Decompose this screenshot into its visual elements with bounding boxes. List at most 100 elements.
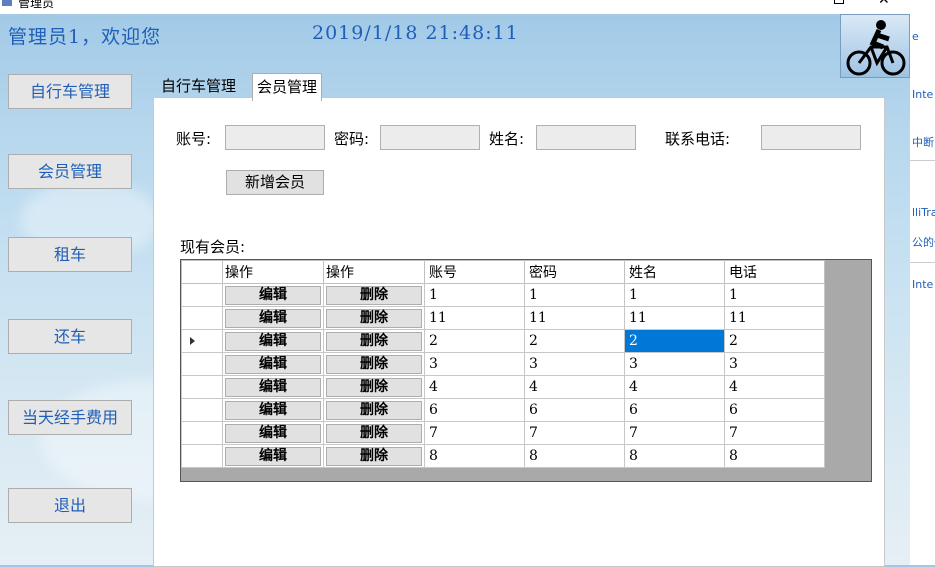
delete-button[interactable]: 删除 bbox=[326, 331, 422, 351]
sidebar-item-return-bike[interactable]: 还车 bbox=[8, 319, 132, 354]
edit-button[interactable]: 编辑 bbox=[225, 423, 321, 443]
cell-password[interactable]: 2 bbox=[524, 329, 625, 353]
cell-name[interactable]: 2 bbox=[624, 329, 725, 353]
edit-button[interactable]: 编辑 bbox=[225, 400, 321, 420]
cell-password[interactable]: 1 bbox=[524, 283, 625, 307]
edit-button[interactable]: 编辑 bbox=[225, 331, 321, 351]
cell-phone[interactable]: 1 bbox=[724, 283, 825, 307]
members-caption: 现有会员: bbox=[180, 238, 246, 256]
cell-password[interactable]: 4 bbox=[524, 375, 625, 399]
row-header[interactable] bbox=[181, 352, 223, 376]
cell-password[interactable]: 8 bbox=[524, 444, 625, 468]
edit-button[interactable]: 编辑 bbox=[225, 446, 321, 466]
row-header[interactable] bbox=[181, 398, 223, 422]
name-label: 姓名: bbox=[489, 130, 525, 148]
cell-phone[interactable]: 6 bbox=[724, 398, 825, 422]
delete-button[interactable]: 删除 bbox=[326, 354, 422, 374]
column-header-name[interactable]: 姓名 bbox=[624, 260, 725, 284]
row-header[interactable] bbox=[181, 306, 223, 330]
cell-password[interactable]: 6 bbox=[524, 398, 625, 422]
column-header-phone[interactable]: 电话 bbox=[724, 260, 825, 284]
cell-name[interactable]: 6 bbox=[624, 398, 725, 422]
cell-password[interactable]: 3 bbox=[524, 352, 625, 376]
cell-name[interactable]: 1 bbox=[624, 283, 725, 307]
cell-password[interactable]: 11 bbox=[524, 306, 625, 330]
close-icon[interactable]: ✕ bbox=[878, 0, 890, 8]
cell-account[interactable]: 7 bbox=[424, 421, 525, 445]
row-header[interactable] bbox=[181, 329, 223, 353]
delete-button[interactable]: 删除 bbox=[326, 308, 422, 328]
edit-button[interactable]: 编辑 bbox=[225, 285, 321, 305]
current-row-arrow-icon bbox=[190, 337, 195, 345]
cell-name[interactable]: 11 bbox=[624, 306, 725, 330]
delete-cell: 删除 bbox=[323, 329, 425, 353]
delete-button[interactable]: 删除 bbox=[326, 446, 422, 466]
edit-button[interactable]: 编辑 bbox=[225, 377, 321, 397]
delete-button[interactable]: 删除 bbox=[326, 285, 422, 305]
password-field[interactable] bbox=[380, 125, 480, 150]
table-row[interactable]: 编辑 删除 3 3 3 3 bbox=[181, 352, 825, 376]
row-header[interactable] bbox=[181, 421, 223, 445]
cell-account[interactable]: 11 bbox=[424, 306, 525, 330]
add-member-button[interactable]: 新增会员 bbox=[226, 170, 324, 195]
tab-bike-management[interactable]: 自行车管理 bbox=[157, 73, 240, 99]
column-header-account[interactable]: 账号 bbox=[424, 260, 525, 284]
table-row[interactable]: 编辑 删除 4 4 4 4 bbox=[181, 375, 825, 399]
cell-name[interactable]: 8 bbox=[624, 444, 725, 468]
table-row[interactable]: 编辑 删除 1 1 1 1 bbox=[181, 283, 825, 307]
cell-phone[interactable]: 7 bbox=[724, 421, 825, 445]
column-header-delete-action[interactable]: 操作 bbox=[323, 260, 425, 284]
edit-button[interactable]: 编辑 bbox=[225, 354, 321, 374]
column-header-password[interactable]: 密码 bbox=[524, 260, 625, 284]
cell-phone[interactable]: 4 bbox=[724, 375, 825, 399]
delete-button[interactable]: 删除 bbox=[326, 423, 422, 443]
cell-phone[interactable]: 11 bbox=[724, 306, 825, 330]
cell-account[interactable]: 6 bbox=[424, 398, 525, 422]
cell-account[interactable]: 1 bbox=[424, 283, 525, 307]
cell-account[interactable]: 2 bbox=[424, 329, 525, 353]
table-row[interactable]: 编辑 删除 6 6 6 6 bbox=[181, 398, 825, 422]
maximize-icon[interactable] bbox=[834, 0, 844, 4]
cell-account[interactable]: 8 bbox=[424, 444, 525, 468]
cell-phone[interactable]: 8 bbox=[724, 444, 825, 468]
delete-button[interactable]: 删除 bbox=[326, 400, 422, 420]
sidebar-item-bike-management[interactable]: 自行车管理 bbox=[8, 74, 132, 109]
row-header[interactable] bbox=[181, 444, 223, 468]
tab-member-management[interactable]: 会员管理 bbox=[252, 73, 323, 101]
table-header-row: 操作 操作 账号 密码 姓名 电话 bbox=[181, 260, 825, 284]
table-row[interactable]: 编辑 删除 8 8 8 8 bbox=[181, 444, 825, 468]
cell-name[interactable]: 7 bbox=[624, 421, 725, 445]
background-text: 中断 bbox=[912, 136, 934, 149]
background-text: lliTra bbox=[912, 206, 935, 219]
divider bbox=[910, 262, 935, 263]
row-header[interactable] bbox=[181, 283, 223, 307]
table-row[interactable]: 编辑 删除 11 11 11 11 bbox=[181, 306, 825, 330]
name-field[interactable] bbox=[536, 125, 636, 150]
edit-button[interactable]: 编辑 bbox=[225, 308, 321, 328]
phone-field[interactable] bbox=[761, 125, 861, 150]
cell-account[interactable]: 3 bbox=[424, 352, 525, 376]
account-field[interactable] bbox=[225, 125, 325, 150]
row-header[interactable] bbox=[181, 375, 223, 399]
column-header-edit-action[interactable]: 操作 bbox=[222, 260, 324, 284]
account-label: 账号: bbox=[176, 130, 212, 148]
delete-cell: 删除 bbox=[323, 375, 425, 399]
cell-phone[interactable]: 2 bbox=[724, 329, 825, 353]
sidebar-item-rent-bike[interactable]: 租车 bbox=[8, 237, 132, 272]
divider bbox=[910, 160, 935, 161]
cell-password[interactable]: 7 bbox=[524, 421, 625, 445]
cell-phone[interactable]: 3 bbox=[724, 352, 825, 376]
members-grid[interactable]: 操作 操作 账号 密码 姓名 电话 编辑 删除 1 1 1 1 编辑 删除 11 11 11 11 编辑… bbox=[180, 259, 872, 482]
cell-account[interactable]: 4 bbox=[424, 375, 525, 399]
sidebar-item-daily-fees[interactable]: 当天经手费用 bbox=[8, 400, 132, 435]
cell-name[interactable]: 4 bbox=[624, 375, 725, 399]
sidebar-item-member-management[interactable]: 会员管理 bbox=[8, 154, 132, 189]
delete-cell: 删除 bbox=[323, 306, 425, 330]
table-row[interactable]: 编辑 删除 2 2 2 2 bbox=[181, 329, 825, 353]
table-row[interactable]: 编辑 删除 7 7 7 7 bbox=[181, 421, 825, 445]
cell-name[interactable]: 3 bbox=[624, 352, 725, 376]
sidebar-item-exit[interactable]: 退出 bbox=[8, 488, 132, 523]
delete-button[interactable]: 删除 bbox=[326, 377, 422, 397]
window-titlebar: 管理员 ✕ bbox=[0, 0, 910, 14]
app-icon bbox=[2, 0, 12, 6]
